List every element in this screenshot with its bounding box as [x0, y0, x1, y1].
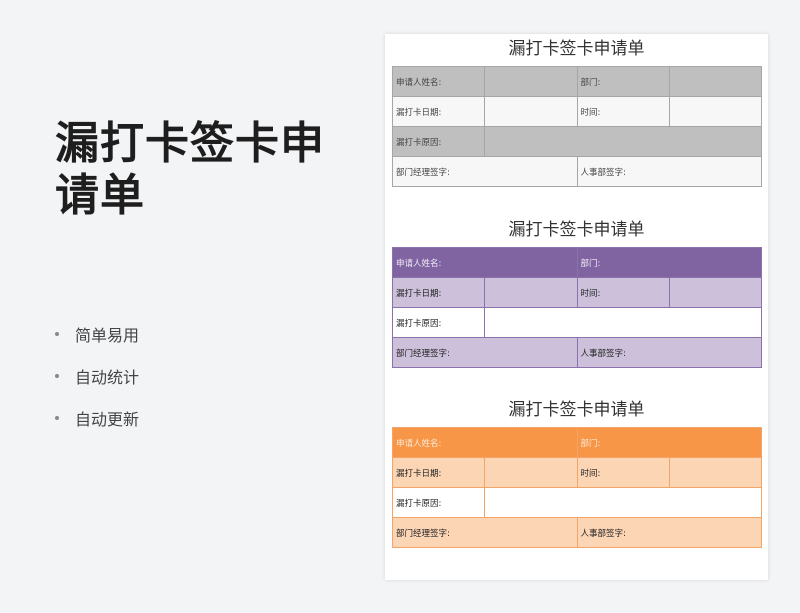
time-label: 时间: [576, 277, 670, 308]
date-label: 漏打卡日期: [392, 96, 485, 127]
reason-field[interactable] [484, 487, 762, 518]
reason-label: 漏打卡原因: [392, 307, 485, 338]
date-label: 漏打卡日期: [392, 457, 485, 488]
feature-label: 自动更新 [75, 410, 140, 429]
time-field[interactable] [668, 277, 762, 308]
reason-field[interactable] [484, 307, 762, 338]
form-table: 申请人姓名: 部门: 漏打卡日期: 时间: 漏打卡原因: 部门经理签字: 人事部… [392, 427, 762, 548]
time-label: 时间: [576, 457, 670, 488]
applicant-label: 申请人姓名: [392, 66, 485, 97]
department-field[interactable] [668, 66, 762, 97]
department-label: 部门: [576, 66, 670, 97]
date-field[interactable] [484, 277, 578, 308]
applicant-label: 申请人姓名: [392, 427, 578, 458]
form-title: 漏打卡签卡申请单 [508, 220, 645, 240]
feature-label: 简单易用 [75, 326, 140, 345]
date-field[interactable] [484, 96, 578, 127]
time-field[interactable] [668, 96, 762, 127]
manager-sign-label: 部门经理签字: [392, 156, 578, 187]
form-grey: 漏打卡签卡申请单 申请人姓名: 部门: 漏打卡日期: 时间: 漏打卡原因: 部门… [392, 34, 762, 187]
form-orange: 漏打卡签卡申请单 申请人姓名: 部门: 漏打卡日期: 时间: 漏打卡原因: 部门… [392, 395, 762, 548]
form-table: 申请人姓名: 部门: 漏打卡日期: 时间: 漏打卡原因: 部门经理签字: 人事部… [392, 247, 762, 368]
reason-label: 漏打卡原因: [392, 126, 485, 157]
manager-sign-label: 部门经理签字: [392, 517, 578, 548]
feature-label: 自动统计 [75, 368, 140, 387]
date-label: 漏打卡日期: [392, 277, 485, 308]
department-label: 部门: [576, 427, 762, 458]
bullet-icon [55, 374, 59, 378]
time-field[interactable] [668, 457, 762, 488]
feature-item: 自动统计 [55, 355, 139, 397]
feature-item: 自动更新 [55, 397, 139, 439]
hr-sign-label: 人事部签字: [576, 337, 762, 368]
department-label: 部门: [576, 247, 762, 278]
feature-item: 简单易用 [55, 313, 139, 355]
hero-title: 漏打卡签卡申请单 [55, 118, 325, 221]
reason-field[interactable] [484, 126, 762, 157]
feature-list: 简单易用 自动统计 自动更新 [55, 313, 139, 439]
reason-label: 漏打卡原因: [392, 487, 485, 518]
hr-sign-label: 人事部签字: [576, 156, 762, 187]
bullet-icon [55, 416, 59, 420]
form-title: 漏打卡签卡申请单 [508, 400, 645, 420]
applicant-field[interactable] [484, 66, 578, 97]
form-preview-sheet: 漏打卡签卡申请单 申请人姓名: 部门: 漏打卡日期: 时间: 漏打卡原因: 部门… [385, 34, 768, 580]
form-purple: 漏打卡签卡申请单 申请人姓名: 部门: 漏打卡日期: 时间: 漏打卡原因: 部门… [392, 215, 762, 368]
form-title: 漏打卡签卡申请单 [508, 39, 645, 59]
applicant-label: 申请人姓名: [392, 247, 578, 278]
date-field[interactable] [484, 457, 578, 488]
bullet-icon [55, 332, 59, 336]
form-table: 申请人姓名: 部门: 漏打卡日期: 时间: 漏打卡原因: 部门经理签字: 人事部… [392, 66, 762, 187]
manager-sign-label: 部门经理签字: [392, 337, 578, 368]
hr-sign-label: 人事部签字: [576, 517, 762, 548]
time-label: 时间: [576, 96, 670, 127]
